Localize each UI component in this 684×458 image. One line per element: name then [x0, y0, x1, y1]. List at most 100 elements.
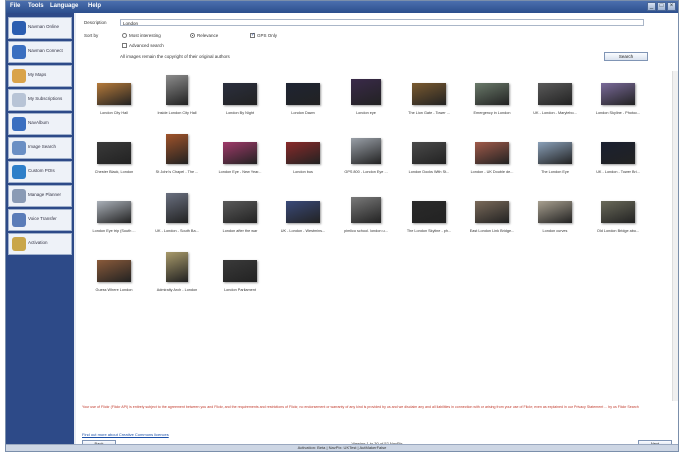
sidebar-item-navman-online[interactable]: Navman Online: [8, 17, 72, 39]
sidebar-item-image-search[interactable]: Image Search: [8, 137, 72, 159]
result-thumbnail[interactable]: London Eye trip (South ...: [84, 189, 144, 237]
menu-language[interactable]: Language: [50, 3, 78, 9]
result-thumbnail[interactable]: The London Eye: [525, 130, 585, 178]
result-image[interactable]: [223, 142, 257, 164]
result-thumbnail[interactable]: GPS 800 - London Eye ...: [336, 130, 396, 178]
status-text: Activation: Beta | NavPix: UKTest | AutM…: [297, 445, 387, 450]
description-input[interactable]: London: [120, 19, 644, 26]
result-image[interactable]: [351, 79, 381, 105]
result-image[interactable]: [223, 201, 257, 223]
result-image[interactable]: [166, 75, 188, 105]
image-search-icon: [12, 141, 26, 155]
result-thumbnail[interactable]: Guess Where London: [84, 248, 144, 296]
result-thumbnail[interactable]: Inside London City Hall: [147, 71, 207, 119]
result-thumbnail[interactable]: London Parliament: [210, 248, 270, 296]
result-image[interactable]: [97, 201, 131, 223]
result-thumbnail[interactable]: UK - London - Tower Bri...: [588, 130, 648, 178]
sidebar-item-my-maps[interactable]: My Maps: [8, 65, 72, 87]
result-caption: UK - London - Tower Bri...: [596, 170, 640, 174]
menu-file[interactable]: File: [10, 3, 20, 9]
result-image[interactable]: [538, 201, 572, 223]
search-button[interactable]: Search: [604, 52, 648, 61]
result-image[interactable]: [351, 138, 381, 164]
result-thumbnail[interactable]: Chester Black, London: [84, 130, 144, 178]
result-thumbnail[interactable]: London eye: [336, 71, 396, 119]
result-image[interactable]: [97, 260, 131, 282]
result-thumbnail[interactable]: The London Skyline - ph...: [399, 189, 459, 237]
menu-help[interactable]: Help: [88, 3, 101, 9]
creative-commons-link[interactable]: Find out more about Creative Commons lic…: [82, 432, 169, 437]
result-image[interactable]: [97, 142, 131, 164]
sidebar-item-label: NavAlbum: [28, 120, 49, 125]
result-thumbnail[interactable]: London after the war: [210, 189, 270, 237]
result-thumbnail[interactable]: Emergency in London: [462, 71, 522, 119]
result-image[interactable]: [166, 193, 188, 223]
result-thumbnail[interactable]: The Lion Gate - Tower ...: [399, 71, 459, 119]
result-image[interactable]: [601, 201, 635, 223]
result-image[interactable]: [166, 134, 188, 164]
result-thumbnail[interactable]: London - UK Double de...: [462, 130, 522, 178]
sort-relevance-radio[interactable]: [190, 33, 195, 38]
result-caption: London after the war: [222, 229, 258, 233]
result-thumbnail[interactable]: London Skyline - Photoc...: [588, 71, 648, 119]
subscriptions-icon: [12, 93, 26, 107]
result-image[interactable]: [286, 201, 320, 223]
advanced-search-checkbox[interactable]: [122, 43, 127, 48]
sidebar-item-voice-transfer[interactable]: Voice Transfer: [8, 209, 72, 231]
results-scrollbar[interactable]: [672, 71, 678, 401]
result-thumbnail[interactable]: UK - London - South Ba...: [147, 189, 207, 237]
result-thumbnail[interactable]: London bus: [273, 130, 333, 178]
minimize-button[interactable]: _: [647, 2, 656, 11]
result-thumbnail[interactable]: East London Link Bridge...: [462, 189, 522, 237]
result-image[interactable]: [223, 83, 257, 105]
result-thumbnail[interactable]: pimlico school. london u...: [336, 189, 396, 237]
result-thumbnail[interactable]: UK - London - Marylebo...: [525, 71, 585, 119]
maximize-button[interactable]: □: [657, 2, 666, 11]
result-caption: Inside London City Hall: [157, 111, 197, 115]
sidebar-item-label: Manage Planner: [28, 192, 62, 197]
sort-most-interesting-radio[interactable]: [122, 33, 127, 38]
result-thumbnail[interactable]: Old London Bridge abo...: [588, 189, 648, 237]
result-caption: London Eye - New Year...: [218, 170, 262, 174]
result-image[interactable]: [412, 201, 446, 223]
sidebar-item-navalbum[interactable]: NavAlbum: [8, 113, 72, 135]
sort-relevance-label: Relevance: [197, 33, 219, 38]
close-button[interactable]: ×: [667, 2, 676, 11]
result-thumbnail[interactable]: UK - London - Westmins...: [273, 189, 333, 237]
result-image[interactable]: [538, 83, 572, 105]
result-thumbnail[interactable]: London Dawn: [273, 71, 333, 119]
sidebar-item-manage-planner[interactable]: Manage Planner: [8, 185, 72, 207]
result-image[interactable]: [601, 142, 635, 164]
result-image[interactable]: [223, 260, 257, 282]
result-thumbnail[interactable]: London City Hall: [84, 71, 144, 119]
result-image[interactable]: [286, 142, 320, 164]
result-image[interactable]: [412, 142, 446, 164]
window-controls: _ □ ×: [647, 2, 676, 11]
sidebar-item-custom-pois[interactable]: Custom POIs: [8, 161, 72, 183]
result-image[interactable]: [475, 201, 509, 223]
result-image[interactable]: [412, 83, 446, 105]
menu-tools[interactable]: Tools: [28, 3, 44, 9]
result-thumbnail[interactable]: St John's Chapel - The ...: [147, 130, 207, 178]
result-thumbnail[interactable]: Admiralty Arch - London: [147, 248, 207, 296]
result-image[interactable]: [166, 252, 188, 282]
sidebar-item-my-subscriptions[interactable]: My Subscriptions: [8, 89, 72, 111]
result-thumbnail[interactable]: London Eye - New Year...: [210, 130, 270, 178]
result-thumbnail[interactable]: London Docks With St...: [399, 130, 459, 178]
result-image[interactable]: [351, 197, 381, 223]
result-caption: UK - London - Westmins...: [280, 229, 326, 233]
gps-only-checkbox[interactable]: [250, 32, 255, 38]
app-window: File Tools Language Help _ □ × Navman On…: [5, 0, 679, 452]
result-image[interactable]: [475, 142, 509, 164]
result-image[interactable]: [475, 83, 509, 105]
result-image[interactable]: [286, 83, 320, 105]
result-image[interactable]: [601, 83, 635, 105]
sidebar-item-activation[interactable]: Activation: [8, 233, 72, 255]
result-image[interactable]: [97, 83, 131, 105]
result-image[interactable]: [538, 142, 572, 164]
globe-icon: [12, 21, 26, 35]
result-thumbnail[interactable]: London By Night: [210, 71, 270, 119]
result-caption: London Parliament: [224, 288, 256, 292]
result-thumbnail[interactable]: London curves: [525, 189, 585, 237]
sidebar-item-navman-connect[interactable]: Navman Connect: [8, 41, 72, 63]
